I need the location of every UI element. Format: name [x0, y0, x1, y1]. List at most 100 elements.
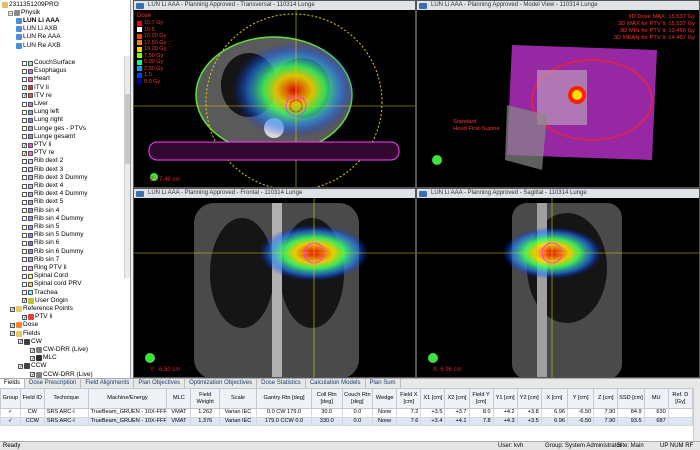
tree-fields[interactable]: ✓ Fields	[10, 330, 40, 338]
column-header[interactable]: X [cm]	[540, 388, 569, 409]
tree-plan[interactable]: LUN Li AXB	[16, 25, 57, 33]
structure-checkbox[interactable]: ✓	[22, 85, 27, 91]
structure-checkbox[interactable]	[22, 183, 27, 189]
tab-plan-objectives[interactable]: Plan Objectives	[134, 379, 186, 388]
tree-structure[interactable]: ✓ ITV re	[22, 92, 52, 100]
structure-checkbox[interactable]	[22, 167, 27, 173]
column-header[interactable]: X2 [cm]	[444, 388, 470, 409]
tree-structure[interactable]: ✓ ITV li	[22, 84, 49, 92]
frontal-view[interactable]: LUN Li AAA - Planning Approved - Frontal…	[133, 188, 416, 378]
tree-structure[interactable]: Lunge ges - PTVs	[22, 125, 86, 133]
column-header[interactable]: Y2 [cm]	[516, 388, 542, 409]
field-row[interactable]: ✓ CW SRS ARC-I TrueBeam_GRUEN - 10X-FFF VMAT…	[0, 408, 694, 418]
tree-checkbox[interactable]: ✓	[18, 339, 23, 345]
column-header[interactable]: X1 [cm]	[420, 388, 446, 409]
tree-checkbox[interactable]: ✓	[22, 298, 27, 304]
tab-fields[interactable]: Fields	[0, 379, 26, 388]
tree-checkbox[interactable]: ✓	[30, 355, 35, 361]
structure-checkbox[interactable]	[22, 290, 27, 296]
structure-checkbox[interactable]	[22, 134, 27, 140]
structure-checkbox[interactable]	[22, 208, 27, 214]
tree-scrollbar[interactable]	[124, 56, 130, 278]
structure-checkbox[interactable]: ✓	[22, 142, 27, 148]
sagittal-image[interactable]	[417, 198, 700, 378]
column-header[interactable]: Field Y [cm]	[468, 388, 494, 409]
row-checkbox[interactable]: ✓	[0, 408, 21, 418]
column-header[interactable]: Y [cm]	[567, 388, 595, 409]
structure-checkbox[interactable]: ✓	[22, 93, 27, 99]
tree-structure[interactable]: Rib dext 4	[22, 182, 63, 190]
tab-field-alignments[interactable]: Field Alignments	[81, 379, 135, 388]
tree-field-cw[interactable]: ✓ CW	[18, 338, 42, 346]
field-row[interactable]: ✓ CCW SRS ARC-I TrueBeam_GRUEN - 10X-FFF VMA…	[0, 416, 694, 426]
column-header[interactable]: Field ID	[19, 388, 45, 409]
structure-checkbox[interactable]	[22, 273, 27, 279]
structure-checkbox[interactable]	[22, 109, 27, 115]
tree-structure[interactable]: Rib sin 7	[22, 256, 59, 264]
tree-plan[interactable]: LUN Li AAA	[16, 17, 60, 25]
structure-checkbox[interactable]	[22, 68, 27, 74]
tree-checkbox[interactable]: ✓	[30, 372, 35, 378]
structure-checkbox[interactable]	[22, 60, 27, 66]
frontal-image[interactable]	[134, 198, 416, 378]
tree-structure[interactable]: ✓ PTV li	[22, 141, 51, 149]
tree-structure[interactable]: Rib sin 5	[22, 223, 59, 231]
tree-checkbox[interactable]: ✓	[30, 347, 35, 353]
column-header[interactable]: Coll Rtn [deg]	[310, 388, 343, 409]
tree-ref-point[interactable]: ✓ PTV li	[22, 313, 52, 321]
column-header[interactable]: SSD [cm]	[617, 388, 645, 409]
tree-mlc[interactable]: ✓ MLC	[30, 354, 57, 362]
tree-structure[interactable]: Lung left	[22, 108, 59, 116]
sagittal-view[interactable]: LUN Li AAA - Planning Approved - Sagitta…	[416, 188, 700, 378]
structure-checkbox[interactable]	[22, 191, 27, 197]
column-header[interactable]: Y1 [cm]	[492, 388, 518, 409]
column-header[interactable]: Wedge	[372, 388, 398, 409]
tree-structure[interactable]: Heart	[22, 75, 50, 83]
structure-checkbox[interactable]	[22, 232, 27, 238]
tree-structure[interactable]: Rib dext 5	[22, 198, 63, 206]
tree-dose[interactable]: ✓ Dose	[10, 321, 38, 329]
tree-plan[interactable]: LUN Re AAA	[16, 33, 61, 41]
tree-checkbox[interactable]: ✓	[10, 306, 15, 312]
tab-dose-prescription[interactable]: Dose Prescription	[25, 379, 82, 388]
column-header[interactable]: Field Weight	[190, 388, 220, 409]
tree-structure[interactable]: Rib dext 4 Dummy	[22, 190, 87, 198]
transversal-view[interactable]: LUN Li AAA - Planning Approved - Transve…	[133, 0, 416, 188]
structure-checkbox[interactable]	[22, 158, 27, 164]
structure-checkbox[interactable]	[22, 199, 27, 205]
column-header[interactable]: Technique	[43, 388, 89, 409]
tab-optimization-objectives[interactable]: Optimization Objectives	[185, 379, 258, 388]
tree-structure[interactable]: Trachea	[22, 289, 58, 297]
structure-checkbox[interactable]	[22, 224, 27, 230]
structure-tree-panel[interactable]: 2311351209PRO − Physik LUN Li AAA LUN Li A…	[0, 0, 131, 378]
tree-structure[interactable]: Spinal Cord	[22, 272, 68, 280]
structure-checkbox[interactable]	[22, 76, 27, 82]
tree-checkbox[interactable]: ✓	[18, 363, 23, 369]
structure-checkbox[interactable]	[22, 175, 27, 181]
column-header[interactable]: Z [cm]	[593, 388, 619, 409]
tree-ccw-drr[interactable]: ✓ CCW-DRR (Live)	[30, 371, 93, 378]
column-header[interactable]: Gantry Rtn [deg]	[256, 388, 312, 409]
model-view[interactable]: LUN Li AAA - Planning Approved - Model V…	[416, 0, 700, 188]
tree-reference-points[interactable]: ✓ Reference Points	[10, 305, 73, 313]
structure-checkbox[interactable]	[22, 265, 27, 271]
tree-structure[interactable]: Rib dext 2	[22, 157, 63, 165]
structure-checkbox[interactable]	[22, 117, 27, 123]
tree-structure[interactable]: Rib sin 5 Dummy	[22, 231, 83, 239]
tree-structure[interactable]: Spinal cord PRV	[22, 280, 82, 288]
tree-structure[interactable]: Rib sin 6 Dummy	[22, 248, 83, 256]
column-header[interactable]: Couch Rtn [deg]	[341, 388, 374, 409]
structure-checkbox[interactable]	[22, 281, 27, 287]
tab-dose-statistics[interactable]: Dose Statistics	[257, 379, 306, 388]
structure-checkbox[interactable]	[22, 216, 27, 222]
tree-course[interactable]: − Physik	[8, 9, 40, 17]
tree-structure[interactable]: Rib sin 6	[22, 239, 59, 247]
column-header[interactable]: MU	[643, 388, 669, 409]
tree-field-ccw[interactable]: ✓ CCW	[18, 362, 47, 370]
fields-grid[interactable]: Group Field ID Technique Machine/Energy MLC F…	[0, 388, 700, 441]
structure-checkbox[interactable]: ✓	[22, 150, 27, 156]
tree-structure[interactable]: Rib sin 4 Dummy	[22, 215, 83, 223]
column-header[interactable]: Machine/Energy	[87, 388, 168, 409]
tree-scrollbar-thumb[interactable]	[125, 94, 130, 164]
tree-structure[interactable]: CouchSurface	[22, 59, 75, 67]
